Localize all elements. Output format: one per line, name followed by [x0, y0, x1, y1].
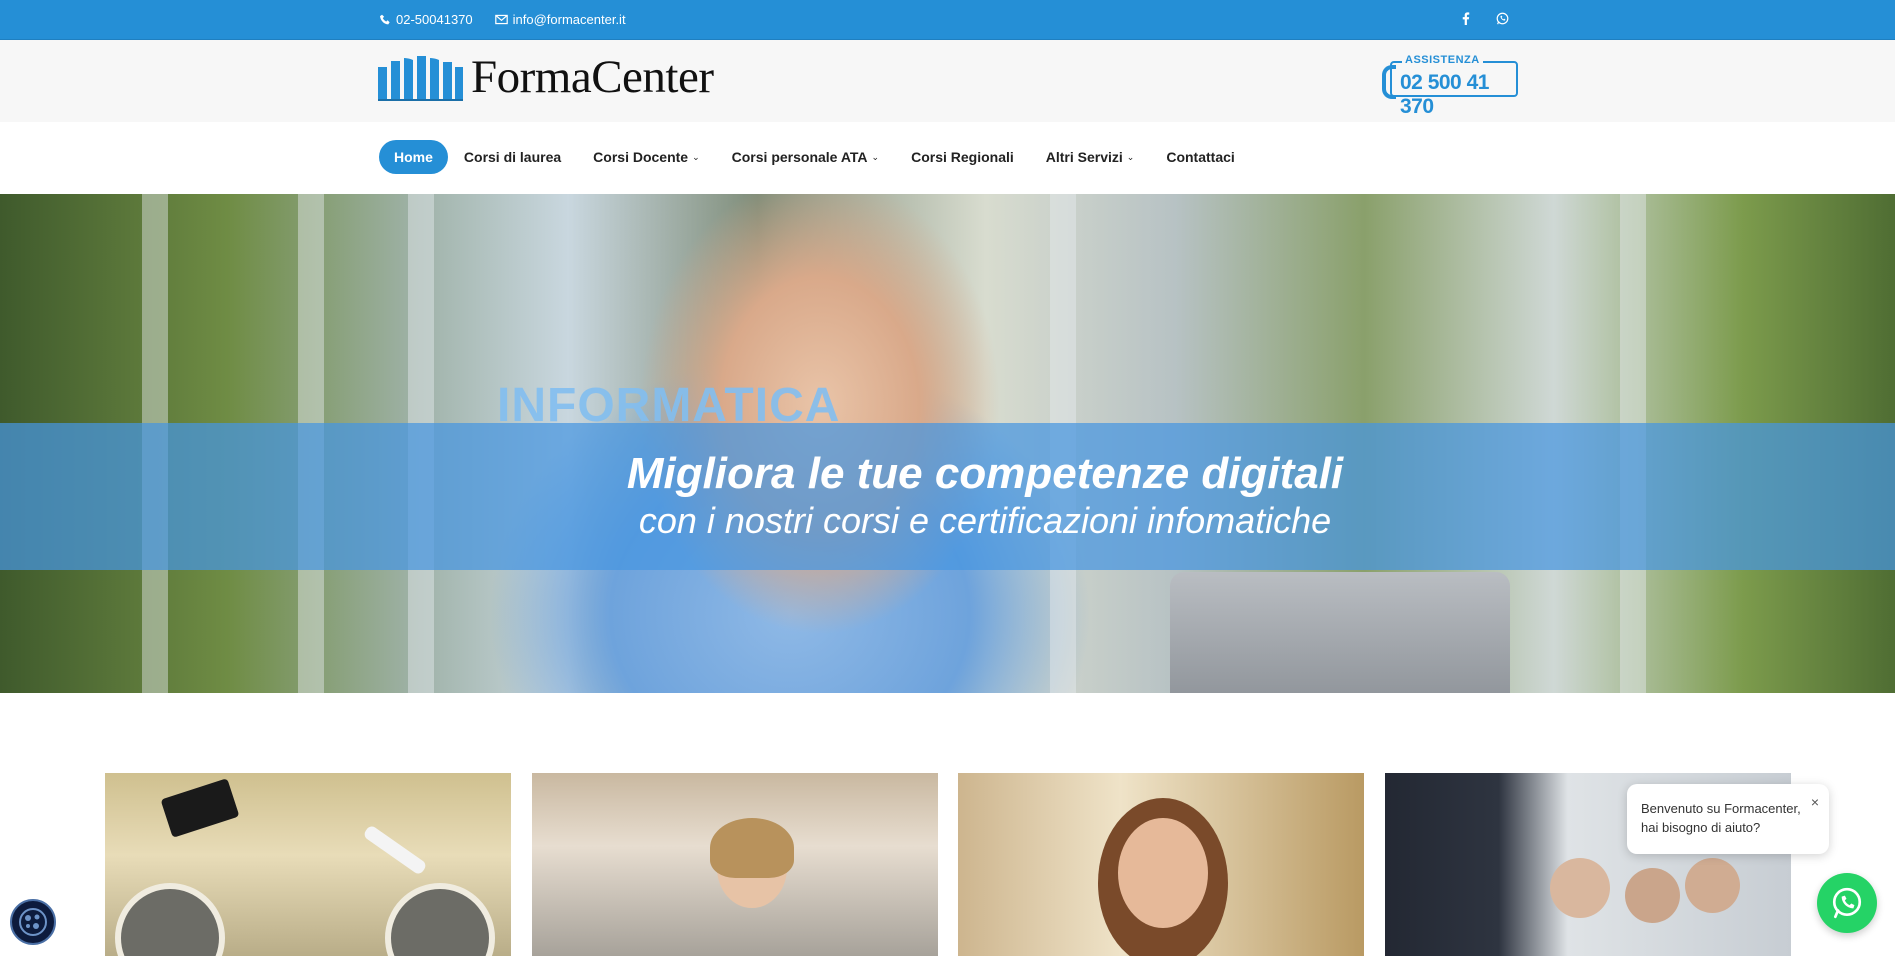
cookie-settings-button[interactable] [10, 899, 56, 945]
nav-item-contattaci[interactable]: Contattaci [1150, 140, 1250, 174]
nav-label: Contattaci [1166, 149, 1235, 165]
course-card-ata[interactable] [958, 773, 1364, 956]
course-card-docente[interactable] [532, 773, 938, 956]
course-card-laurea[interactable] [105, 773, 511, 956]
books-logo-icon [378, 56, 463, 101]
hero-headline: Migliora le tue competenze digitali [626, 449, 1344, 498]
course-cards [0, 773, 1895, 956]
hero-subheadline: con i nostri corsi e certificazioni info… [638, 500, 1332, 541]
teacher-face-image [1118, 818, 1208, 928]
main-nav: Home Corsi di laurea Corsi Docente ⌄ Cors… [0, 122, 1895, 194]
nav-label: Corsi personale ATA [731, 149, 868, 165]
handset-icon [1382, 65, 1396, 99]
envelope-icon [494, 14, 508, 25]
nav-item-altri-servizi[interactable]: Altri Servizi ⌄ [1030, 140, 1151, 174]
logo[interactable]: FormaCenter [378, 53, 714, 101]
nav-label: Corsi di laurea [463, 149, 562, 165]
whatsapp-icon [1832, 887, 1862, 919]
nav-label: Corsi Regionali [911, 149, 1014, 165]
cookie-icon [19, 908, 47, 936]
top-bar: 02-50041370 info@formacenter.it [0, 0, 1895, 40]
arch-window [115, 883, 225, 956]
assistance-label: ASSISTENZA [1402, 54, 1483, 66]
classroom-student-image [1550, 858, 1610, 918]
facebook-icon[interactable] [1462, 12, 1470, 25]
nav-label: Home [394, 149, 433, 165]
nav-item-corsi-di-laurea[interactable]: Corsi di laurea [448, 140, 577, 174]
whatsapp-button[interactable] [1817, 873, 1877, 933]
email-link[interactable]: info@formacenter.it [494, 12, 626, 27]
phone-icon [380, 14, 390, 25]
nav-item-home[interactable]: Home [379, 140, 448, 174]
nav-item-corsi-docente[interactable]: Corsi Docente ⌄ [577, 140, 715, 174]
chevron-down-icon: ⌄ [1126, 151, 1135, 162]
top-contacts: 02-50041370 info@formacenter.it [380, 12, 626, 27]
arch-window [385, 883, 495, 956]
classroom-student-image [1625, 868, 1680, 923]
student-hair-image [710, 818, 794, 878]
hero-banner: INFORMATICA Migliora le tue competenze d… [0, 194, 1895, 693]
chevron-down-icon: ⌄ [692, 151, 700, 162]
close-icon[interactable]: × [1811, 792, 1819, 812]
graduate-cap-image [160, 778, 240, 838]
nav-label: Altri Servizi [1045, 149, 1123, 165]
whatsapp-icon[interactable] [1496, 12, 1509, 25]
phone-link[interactable]: 02-50041370 [380, 12, 473, 27]
laptop-image [1170, 572, 1510, 693]
whatsapp-chat-bubble: × Benvenuto su Formacenter, hai bisogno … [1627, 784, 1829, 854]
classroom-student-image [1685, 858, 1740, 913]
diploma-image [362, 824, 428, 876]
assistance-phone-badge[interactable]: ASSISTENZA 02 500 41 370 [1380, 53, 1520, 118]
social-links [1462, 12, 1509, 25]
nav-item-corsi-regionali[interactable]: Corsi Regionali [895, 140, 1030, 174]
chat-message: Benvenuto su Formacenter, hai bisogno di… [1641, 801, 1801, 835]
assistance-number: 02 500 41 370 [1400, 71, 1489, 118]
chevron-down-icon: ⌄ [871, 151, 880, 162]
phone-text: 02-50041370 [396, 12, 473, 27]
logo-text: FormaCenter [471, 51, 714, 103]
nav-label: Corsi Docente [593, 149, 689, 165]
site-header: FormaCenter ASSISTENZA 02 500 41 370 [0, 40, 1895, 122]
nav-item-corsi-personale-ata[interactable]: Corsi personale ATA ⌄ [716, 140, 895, 174]
email-text: info@formacenter.it [512, 12, 626, 27]
